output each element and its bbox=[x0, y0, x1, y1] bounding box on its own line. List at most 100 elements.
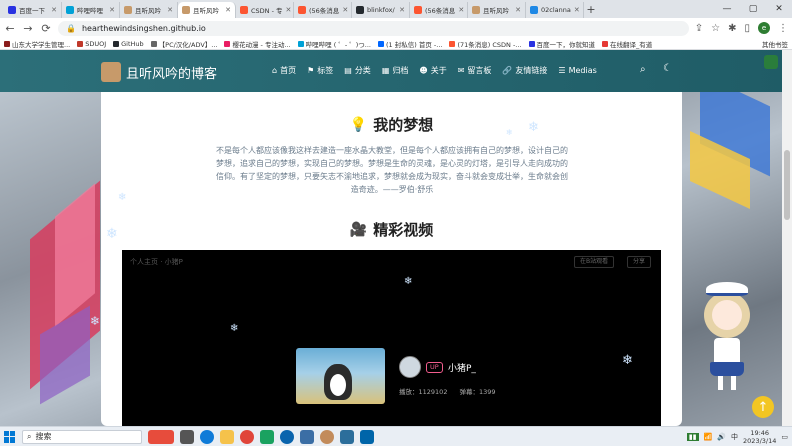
other-bookmarks[interactable]: 其他书签 bbox=[762, 39, 788, 49]
app-icon[interactable] bbox=[764, 55, 778, 69]
bookmark-item[interactable]: 山东大学学生管理... bbox=[4, 39, 70, 49]
nav-item-icon: ⚑ bbox=[307, 66, 315, 75]
bookmark-item[interactable]: 樱花动漫 - 专注动... bbox=[224, 39, 291, 49]
snowflake-icon: ❄ bbox=[404, 276, 413, 287]
forward-icon[interactable]: → bbox=[22, 22, 34, 35]
app-icon[interactable] bbox=[260, 429, 274, 444]
dark-mode-icon[interactable]: ☾ bbox=[663, 63, 672, 74]
browser-tab[interactable]: 哔哩哔哩 ✕ bbox=[62, 2, 120, 18]
share-icon[interactable]: ⇪ bbox=[695, 23, 703, 34]
tab-favicon-icon bbox=[530, 6, 538, 14]
site-navbar: 且听风吟的博客 ⌂ 首页 ⚑ 标签 ▤ 分类 ▦ 归档 ☻ 关于 ✉ 留言板 🔗 友情链接 ☰ Medias … bbox=[0, 50, 792, 92]
close-tab-icon[interactable]: ✕ bbox=[286, 6, 292, 14]
browser-tab[interactable]: CSDN - 专 ✕ bbox=[236, 2, 294, 18]
browser-tab[interactable]: (56条消息 ✕ bbox=[294, 2, 352, 18]
avatar-app-icon[interactable] bbox=[320, 429, 334, 444]
widget-icon[interactable] bbox=[148, 429, 174, 444]
app-icon[interactable] bbox=[340, 429, 354, 444]
minimize-icon[interactable]: — bbox=[714, 0, 740, 18]
bookmark-item[interactable]: 在线翻译_有道 bbox=[602, 39, 652, 49]
arrow-up-icon: ↑ bbox=[757, 399, 769, 415]
browser-tab[interactable]: blinkfox/ ✕ bbox=[352, 2, 410, 18]
bookmark-favicon-icon bbox=[528, 40, 535, 47]
content-card: 💡 我的梦想 不是每个人都应该像我这样去建造一座水晶大教堂，但是每个人都应该拥有… bbox=[101, 92, 682, 426]
edge-icon[interactable] bbox=[200, 429, 214, 444]
close-tab-icon[interactable]: ✕ bbox=[399, 6, 405, 14]
browser-tab[interactable]: 百度一下 ✕ bbox=[4, 2, 62, 18]
search-icon[interactable]: ⌕ bbox=[640, 64, 646, 75]
close-tab-icon[interactable]: ✕ bbox=[109, 6, 115, 14]
bookmark-item[interactable]: SDUOJ bbox=[77, 40, 106, 48]
nav-item[interactable]: ✉ 留言板 bbox=[458, 65, 492, 76]
bookmark-item[interactable]: 哔哩哔哩 ( ゜- ゜)つ... bbox=[297, 39, 371, 49]
browser-tab[interactable]: 02clanna ✕ bbox=[526, 2, 584, 18]
close-tab-icon[interactable]: ✕ bbox=[574, 6, 580, 14]
close-tab-icon[interactable]: ✕ bbox=[51, 6, 57, 14]
browser-tab[interactable]: (56条消息 ✕ bbox=[410, 2, 468, 18]
share-button[interactable]: 分享 bbox=[627, 256, 652, 268]
scroll-to-top-button[interactable]: ↑ bbox=[752, 396, 774, 418]
nav-item-icon: 🔗 bbox=[502, 66, 513, 75]
taskbar-search[interactable]: ⌕ 搜索 bbox=[22, 429, 142, 444]
close-tab-icon[interactable]: ✕ bbox=[342, 6, 348, 14]
danmaku-count: 弹幕：1399 bbox=[459, 388, 496, 396]
nav-item[interactable]: 🔗 友情链接 bbox=[502, 65, 547, 76]
page-scrollbar[interactable] bbox=[782, 50, 792, 426]
maximize-icon[interactable]: ▢ bbox=[740, 0, 766, 18]
browser-tab[interactable]: 且听风吟 ✕ bbox=[120, 2, 178, 18]
nav-item[interactable]: ▤ 分类 bbox=[344, 65, 371, 76]
windows-start-icon[interactable] bbox=[4, 430, 16, 443]
input-method-icon[interactable]: 中 bbox=[731, 432, 738, 442]
bookmark-item[interactable]: 【PC/汉化/ADV】... bbox=[150, 39, 217, 49]
url-input[interactable]: 🔒 hearthewindsingshen.github.io bbox=[58, 20, 689, 36]
video-thumbnail[interactable] bbox=[296, 348, 385, 404]
reload-icon[interactable]: ⟳ bbox=[40, 22, 52, 35]
nav-item[interactable]: ⌂ 首页 bbox=[272, 65, 296, 76]
vscode-icon[interactable] bbox=[360, 429, 374, 444]
new-tab-button[interactable]: + bbox=[584, 2, 598, 18]
bookmark-favicon-icon bbox=[150, 40, 157, 47]
bookmark-item[interactable]: (71条消息) CSDN -... bbox=[449, 39, 522, 49]
clock[interactable]: 19:46 2023/3/14 bbox=[743, 429, 776, 445]
file-explorer-icon[interactable] bbox=[220, 429, 234, 444]
mascot-face bbox=[712, 300, 742, 330]
uploader-avatar[interactable] bbox=[399, 356, 421, 378]
nav-item[interactable]: ▦ 归档 bbox=[382, 65, 409, 76]
bookmark-item[interactable]: GitHub bbox=[113, 40, 144, 48]
browser-tab[interactable]: 且听风吟 ✕ bbox=[468, 2, 526, 18]
extensions-icon[interactable]: ✱ bbox=[728, 23, 736, 34]
close-window-icon[interactable]: ✕ bbox=[766, 0, 792, 18]
close-tab-icon[interactable]: ✕ bbox=[515, 6, 521, 14]
uploader-name[interactable]: 小猪P_ bbox=[448, 361, 476, 374]
bookmark-star-icon[interactable]: ☆ bbox=[711, 23, 720, 34]
notification-icon[interactable]: ▭ bbox=[781, 433, 788, 441]
dream-text: 不是每个人都应该像我这样去建造一座水晶大教堂，但是每个人都应该拥有自己的梦想，设… bbox=[216, 146, 568, 194]
menu-dots-icon[interactable]: ⋮ bbox=[778, 23, 788, 34]
video-heading: 🎥 精彩视频 bbox=[101, 219, 682, 240]
watch-on-bilibili-button[interactable]: 在B站观看 bbox=[574, 256, 615, 268]
close-tab-icon[interactable]: ✕ bbox=[458, 6, 464, 14]
close-tab-icon[interactable]: ✕ bbox=[225, 6, 231, 14]
nav-item[interactable]: ⚑ 标签 bbox=[307, 65, 333, 76]
network-icon[interactable]: 📶 bbox=[704, 433, 713, 441]
bookmark-item[interactable]: 百度一下，你就知道 bbox=[528, 39, 595, 49]
volume-icon[interactable]: 🔊 bbox=[717, 433, 726, 441]
edge-dev-icon[interactable] bbox=[280, 429, 294, 444]
back-icon[interactable]: ← bbox=[4, 22, 16, 35]
sidebar-icon[interactable]: ▯ bbox=[744, 23, 750, 34]
app-icon[interactable] bbox=[300, 429, 314, 444]
battery-icon[interactable]: ▮▮ bbox=[686, 432, 699, 441]
nav-item[interactable]: ☰ Medias bbox=[558, 65, 596, 76]
task-view-icon[interactable] bbox=[180, 429, 194, 444]
bookmark-item[interactable]: (1 封私信) 首页 -... bbox=[378, 39, 442, 49]
nav-item[interactable]: ☻ 关于 bbox=[419, 65, 446, 76]
mascot-character[interactable] bbox=[700, 282, 754, 392]
close-tab-icon[interactable]: ✕ bbox=[167, 6, 173, 14]
video-player[interactable]: 个人主页 · 小猪P 在B站观看 分享 UP 小猪P_ 播放：1129102 弹… bbox=[122, 250, 661, 426]
profile-avatar[interactable]: e bbox=[758, 22, 770, 34]
scrollbar-thumb[interactable] bbox=[784, 150, 790, 220]
site-logo[interactable]: 且听风吟的博客 bbox=[101, 62, 217, 82]
nav-item-label: 友情链接 bbox=[515, 66, 548, 75]
chrome-icon[interactable] bbox=[240, 429, 254, 444]
browser-tab[interactable]: 且听风吟 ✕ bbox=[178, 2, 236, 18]
